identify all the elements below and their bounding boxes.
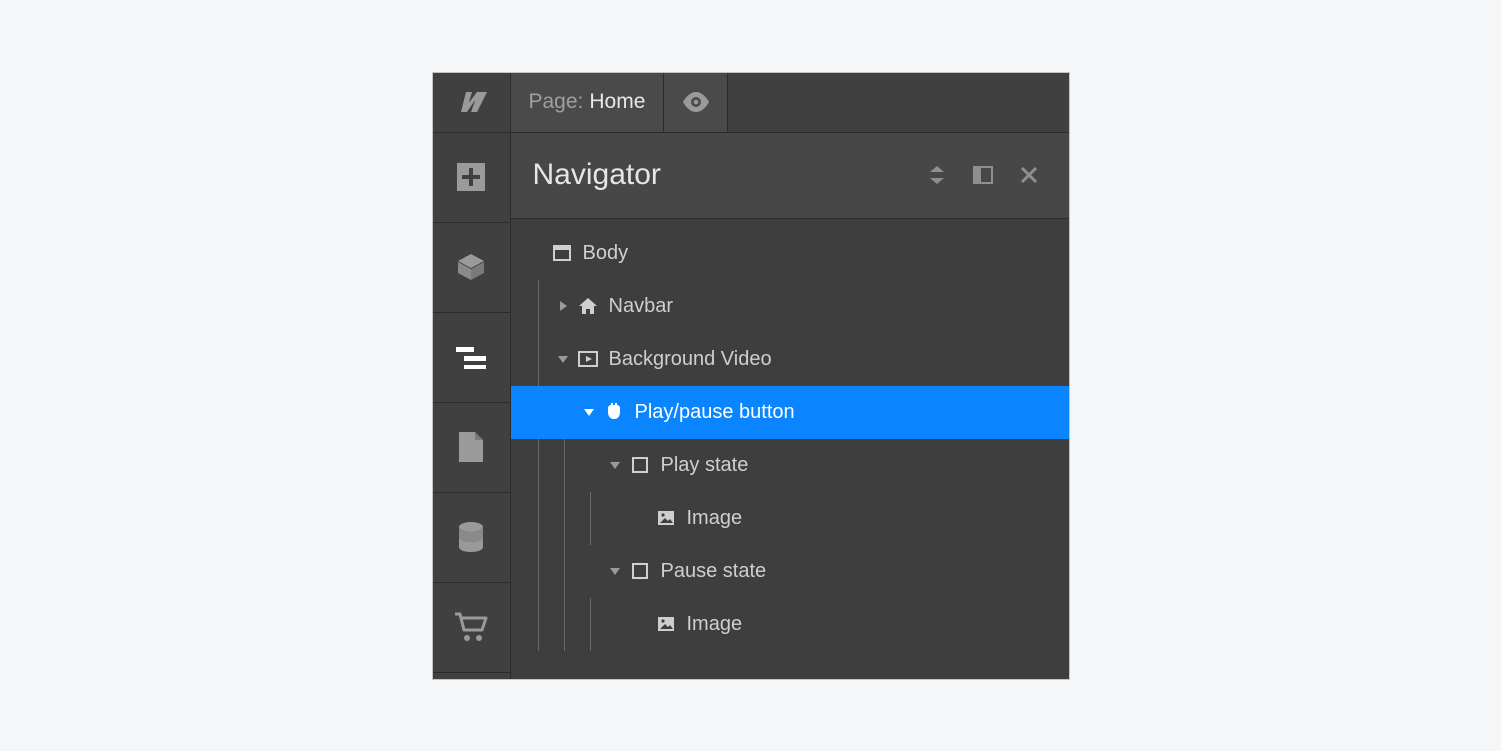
tree-item-navbar[interactable]: Navbar <box>511 280 1069 333</box>
home-icon <box>577 297 599 315</box>
tree-item-label: Play/pause button <box>635 401 795 424</box>
expand-toggle[interactable] <box>607 566 623 576</box>
main-area: Navigator Body <box>433 133 1069 679</box>
database-icon <box>457 521 485 553</box>
div-icon <box>629 563 651 579</box>
navigator-panel: Navigator Body <box>511 133 1069 679</box>
expand-toggle[interactable] <box>581 407 597 417</box>
designer-panel: Page: Home <box>433 73 1069 679</box>
dock-button[interactable] <box>963 166 1003 184</box>
navigator-header: Navigator <box>511 133 1069 219</box>
tree-item-label: Navbar <box>609 295 673 318</box>
expand-toggle[interactable] <box>555 300 571 312</box>
tree-item-label: Body <box>583 242 629 265</box>
tree-item-playpause-button[interactable]: Play/pause button <box>511 386 1069 439</box>
collapse-all-button[interactable] <box>917 164 957 186</box>
page-name: Home <box>589 90 645 114</box>
tree-item-play-state[interactable]: Play state <box>511 439 1069 492</box>
tree-item-label: Play state <box>661 454 749 477</box>
webflow-logo-icon <box>454 91 488 113</box>
close-icon <box>1020 166 1038 184</box>
webflow-logo[interactable] <box>433 73 511 132</box>
video-icon <box>577 351 599 367</box>
sidebar-symbols-button[interactable] <box>433 223 510 313</box>
sidebar-cms-button[interactable] <box>433 493 510 583</box>
navigator-icon <box>456 345 486 369</box>
sidebar-pages-button[interactable] <box>433 403 510 493</box>
tree-item-body[interactable]: Body <box>511 227 1069 280</box>
sidebar-navigator-button[interactable] <box>433 313 510 403</box>
pages-icon <box>457 430 485 464</box>
sidebar-ecommerce-button[interactable] <box>433 583 510 673</box>
dock-icon <box>973 166 993 184</box>
tree-item-pause-image[interactable]: Image <box>511 598 1069 651</box>
cart-icon <box>454 612 488 642</box>
collapse-icon <box>928 164 946 186</box>
tree-item-label: Image <box>687 613 743 636</box>
div-icon <box>629 457 651 473</box>
left-sidebar <box>433 133 511 679</box>
close-navigator-button[interactable] <box>1009 166 1049 184</box>
expand-toggle[interactable] <box>555 354 571 364</box>
tree-item-label: Image <box>687 507 743 530</box>
page-label: Page: <box>529 90 584 114</box>
tree-item-pause-state[interactable]: Pause state <box>511 545 1069 598</box>
image-icon <box>655 510 677 526</box>
body-icon <box>551 245 573 261</box>
tree-item-label: Pause state <box>661 560 767 583</box>
tree-item-play-image[interactable]: Image <box>511 492 1069 545</box>
navigator-title: Navigator <box>533 158 911 192</box>
button-icon <box>603 402 625 422</box>
page-selector[interactable]: Page: Home <box>511 73 665 132</box>
tree-item-background-video[interactable]: Background Video <box>511 333 1069 386</box>
expand-toggle[interactable] <box>607 460 623 470</box>
cube-icon <box>455 251 487 283</box>
topbar: Page: Home <box>433 73 1069 133</box>
eye-icon <box>682 92 710 112</box>
sidebar-add-button[interactable] <box>433 133 510 223</box>
tree-item-label: Background Video <box>609 348 772 371</box>
image-icon <box>655 616 677 632</box>
preview-button[interactable] <box>664 73 728 132</box>
plus-icon <box>456 162 486 192</box>
element-tree: Body Navbar <box>511 219 1069 679</box>
